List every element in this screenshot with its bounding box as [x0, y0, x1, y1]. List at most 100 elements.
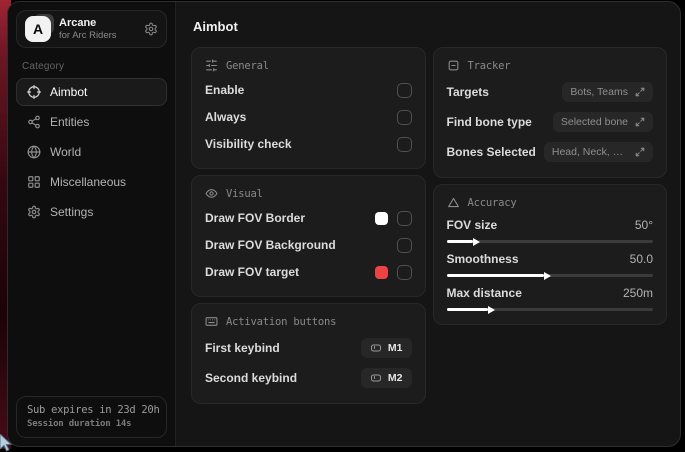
- left-column: General Enable Always Visibility check: [191, 47, 426, 404]
- setting-label: Draw FOV target: [205, 265, 299, 279]
- keybind-value: M2: [388, 372, 403, 384]
- gear-icon: [27, 205, 41, 219]
- setting-label: Draw FOV Border: [205, 211, 305, 225]
- slider-row-fov-size: FOV size 50°: [447, 218, 654, 243]
- sidebar: A Arcane for Arc Riders Category Aimbot: [8, 2, 176, 446]
- setting-label: FOV size: [447, 218, 498, 232]
- sidebar-item-entities[interactable]: Entities: [16, 108, 167, 136]
- setting-row-first-keybind: First keybind M1: [205, 335, 412, 360]
- slider-row-smoothness: Smoothness 50.0: [447, 252, 654, 277]
- card-title: Tracker: [468, 60, 511, 72]
- fov-size-slider[interactable]: [447, 240, 654, 243]
- sidebar-item-world[interactable]: World: [16, 138, 167, 166]
- category-label: Category: [22, 61, 161, 72]
- keybind-value: M1: [388, 342, 403, 354]
- expand-icon: [635, 147, 645, 157]
- slider-fill: [447, 274, 544, 277]
- smoothness-slider[interactable]: [447, 274, 654, 277]
- targets-dropdown[interactable]: Bots, Teams: [562, 82, 653, 102]
- slider-fill: [447, 240, 474, 243]
- fov-target-checkbox[interactable]: [397, 265, 412, 280]
- card-title: General: [226, 60, 269, 72]
- slider-thumb[interactable]: [473, 238, 480, 246]
- setting-row-fov-target: Draw FOV target: [205, 261, 412, 283]
- bones-selected-dropdown[interactable]: Head, Neck, Body, Pe..: [544, 142, 653, 162]
- color-swatch-red[interactable]: [375, 266, 388, 279]
- sliders-icon: [205, 59, 218, 72]
- slider-thumb[interactable]: [544, 272, 551, 280]
- scan-square-icon: [447, 59, 460, 72]
- always-checkbox[interactable]: [397, 110, 412, 125]
- expand-icon: [635, 87, 645, 97]
- accuracy-card-header: Accuracy: [447, 196, 654, 209]
- fov-border-checkbox[interactable]: [397, 211, 412, 226]
- app-window: A Arcane for Arc Riders Category Aimbot: [7, 1, 681, 447]
- slider-value: 250m: [623, 286, 653, 300]
- brand-text: Arcane for Arc Riders: [59, 17, 117, 41]
- setting-row-find-bone-type: Find bone type Selected bone: [447, 109, 654, 134]
- logo-letter: A: [25, 16, 51, 42]
- sidebar-item-label: Entities: [50, 115, 89, 129]
- visual-card-header: Visual: [205, 187, 412, 200]
- session-duration-text: Session duration 14s: [27, 419, 156, 429]
- second-keybind-button[interactable]: M2: [361, 368, 412, 388]
- setting-label: Draw FOV Background: [205, 238, 336, 252]
- tracker-card: Tracker Targets Bots, Teams Find bone ty…: [433, 47, 668, 178]
- setting-row-fov-background: Draw FOV Background: [205, 234, 412, 256]
- sidebar-item-label: Miscellaneous: [50, 175, 126, 189]
- slider-thumb[interactable]: [488, 306, 495, 314]
- crosshair-icon: [27, 85, 41, 99]
- first-keybind-button[interactable]: M1: [361, 338, 412, 358]
- globe-icon: [27, 145, 41, 159]
- page-title: Aimbot: [193, 19, 667, 34]
- setting-label: Targets: [447, 85, 489, 99]
- setting-row-second-keybind: Second keybind M2: [205, 365, 412, 390]
- subscription-status-box: Sub expires in 23d 20h Session duration …: [16, 396, 167, 438]
- card-title: Activation buttons: [226, 316, 336, 328]
- setting-label: Bones Selected: [447, 145, 536, 159]
- setting-label: First keybind: [205, 341, 280, 355]
- enable-checkbox[interactable]: [397, 83, 412, 98]
- slider-row-max-distance: Max distance 250m: [447, 286, 654, 311]
- setting-row-enable: Enable: [205, 79, 412, 101]
- setting-row-fov-border: Draw FOV Border: [205, 207, 412, 229]
- fov-background-checkbox[interactable]: [397, 238, 412, 253]
- accuracy-card: Accuracy FOV size 50°: [433, 184, 668, 325]
- sidebar-item-settings[interactable]: Settings: [16, 198, 167, 226]
- brand-subtitle: for Arc Riders: [59, 30, 117, 41]
- setting-label: Enable: [205, 83, 244, 97]
- keyboard-icon: [205, 315, 218, 328]
- setting-label: Find bone type: [447, 115, 532, 129]
- color-swatch-white[interactable]: [375, 212, 388, 225]
- gear-icon[interactable]: [144, 22, 158, 36]
- triangle-icon: [447, 196, 460, 209]
- card-title: Visual: [226, 188, 263, 200]
- setting-row-targets: Targets Bots, Teams: [447, 79, 654, 104]
- sidebar-item-aimbot[interactable]: Aimbot: [16, 78, 167, 106]
- sidebar-nav: Aimbot Entities World Miscellaneous: [16, 78, 167, 226]
- sidebar-item-label: Aimbot: [50, 85, 87, 99]
- slider-value: 50°: [635, 218, 653, 232]
- mouse-icon: [370, 342, 382, 354]
- slider-value: 50.0: [630, 252, 653, 266]
- dropdown-value: Selected bone: [561, 116, 628, 128]
- dropdown-value: Bots, Teams: [570, 86, 628, 98]
- setting-label: Smoothness: [447, 252, 519, 266]
- tracker-card-header: Tracker: [447, 59, 654, 72]
- setting-label: Always: [205, 110, 246, 124]
- find-bone-type-dropdown[interactable]: Selected bone: [553, 112, 653, 132]
- card-title: Accuracy: [468, 197, 517, 209]
- visibility-check-checkbox[interactable]: [397, 137, 412, 152]
- grid-icon: [27, 175, 41, 189]
- main-panel: Aimbot General Enable Alw: [176, 2, 680, 446]
- setting-row-visibility-check: Visibility check: [205, 133, 412, 155]
- setting-label: Max distance: [447, 286, 522, 300]
- sidebar-item-miscellaneous[interactable]: Miscellaneous: [16, 168, 167, 196]
- sidebar-item-label: Settings: [50, 205, 93, 219]
- dropdown-value: Head, Neck, Body, Pe..: [552, 146, 628, 158]
- entities-icon: [27, 115, 41, 129]
- activation-card-header: Activation buttons: [205, 315, 412, 328]
- sidebar-item-label: World: [50, 145, 81, 159]
- max-distance-slider[interactable]: [447, 308, 654, 311]
- brand-name: Arcane: [59, 17, 117, 29]
